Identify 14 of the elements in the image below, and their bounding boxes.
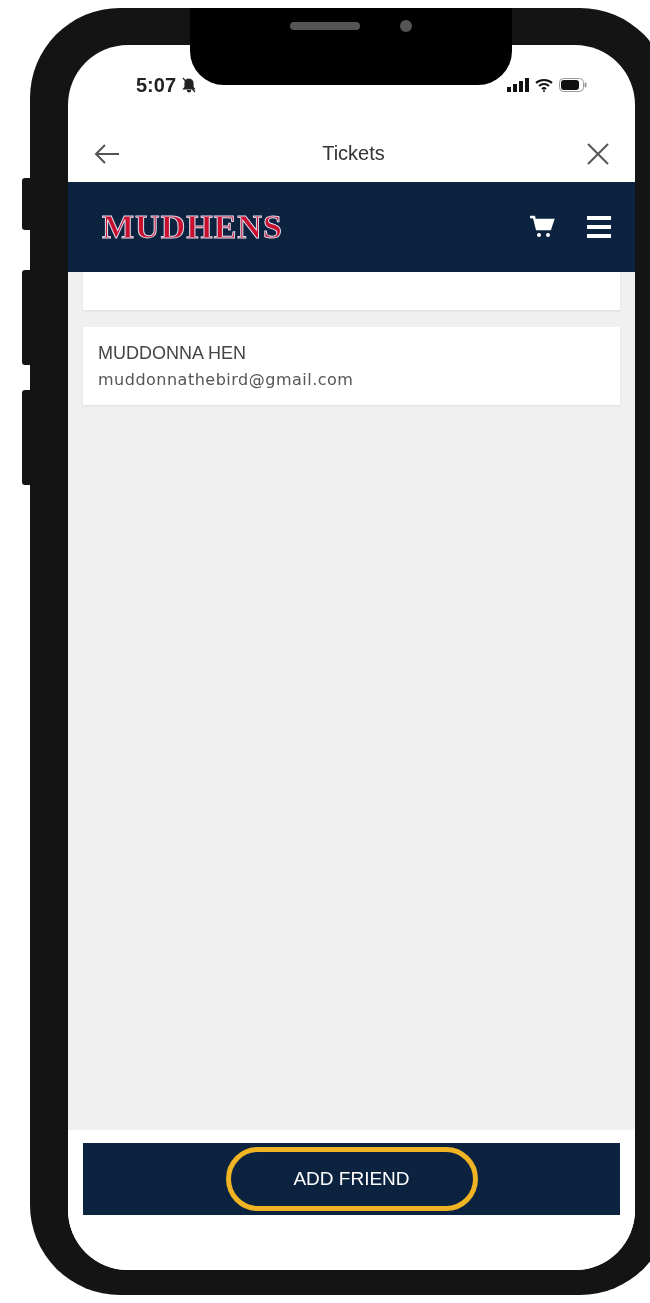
back-arrow-icon[interactable] xyxy=(93,142,121,165)
signal-icon xyxy=(507,78,529,92)
wifi-icon xyxy=(535,78,553,92)
page-title: Tickets xyxy=(322,142,385,165)
cart-icon[interactable] xyxy=(529,215,555,239)
close-icon[interactable] xyxy=(586,141,610,166)
status-time: 5:07 xyxy=(136,73,177,97)
muted-bell-icon xyxy=(182,77,197,93)
friend-card[interactable]: MUDDONNA HEN muddonnathebird@gmail.com xyxy=(83,327,620,405)
friend-email: muddonnathebird@gmail.com xyxy=(98,370,355,389)
menu-icon[interactable] xyxy=(587,216,611,238)
add-friend-button[interactable]: ADD FRIEND xyxy=(225,1147,478,1211)
friend-name: MUDDONNA HEN xyxy=(98,343,247,364)
battery-icon xyxy=(559,78,587,92)
